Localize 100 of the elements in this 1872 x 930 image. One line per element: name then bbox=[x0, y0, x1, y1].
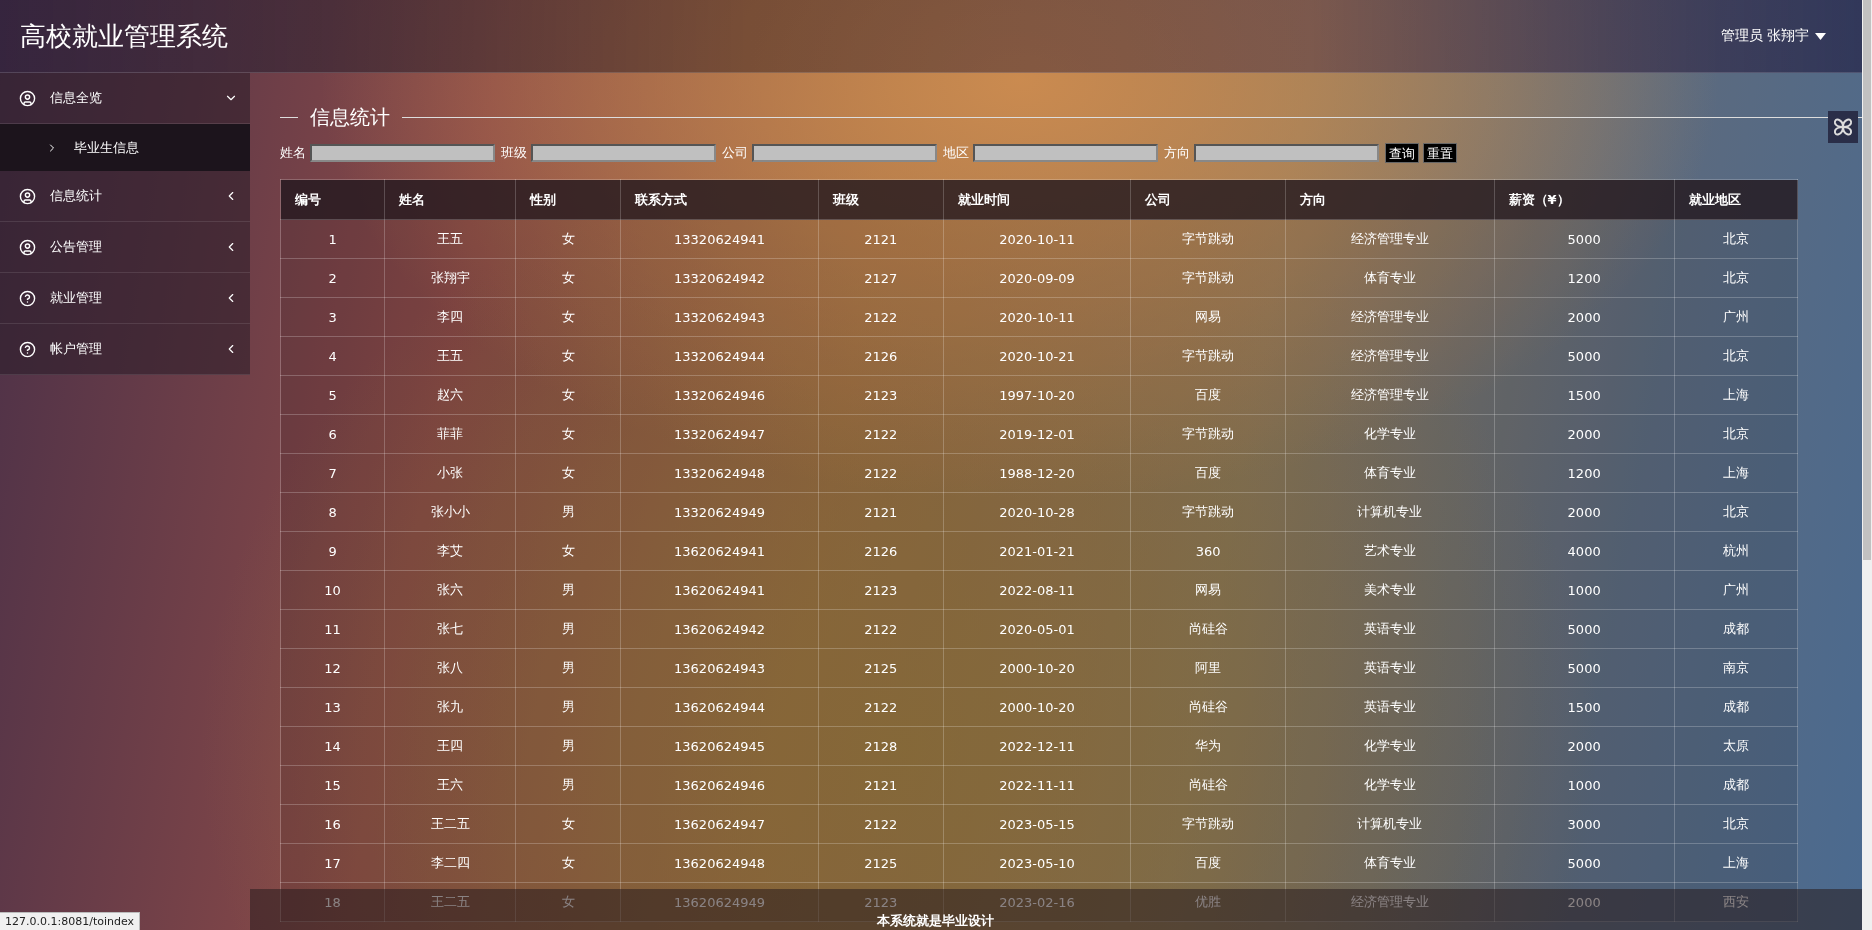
reset-button[interactable]: 重置 bbox=[1423, 143, 1457, 163]
table-cell: 北京 bbox=[1674, 219, 1798, 259]
search-button[interactable]: 查询 bbox=[1385, 143, 1419, 163]
input-field[interactable] bbox=[1194, 144, 1379, 162]
input-field[interactable] bbox=[973, 144, 1158, 162]
table-cell: 2020-10-21 bbox=[943, 336, 1131, 376]
table-cell: 赵六 bbox=[384, 375, 516, 415]
table-cell: 2000 bbox=[1494, 492, 1675, 532]
table-cell: 2127 bbox=[818, 258, 944, 298]
table-cell: 北京 bbox=[1674, 414, 1798, 454]
table-cell: 4 bbox=[280, 336, 385, 376]
table-cell: 13620624948 bbox=[620, 843, 819, 883]
table-cell: 王二五 bbox=[384, 804, 516, 844]
status-url: 127.0.0.1:8081/toindex bbox=[0, 912, 141, 930]
table-cell: 男 bbox=[515, 648, 621, 688]
table-cell: 9 bbox=[280, 531, 385, 571]
filter-label: 班级 bbox=[501, 144, 527, 162]
table-cell: 王五 bbox=[384, 336, 516, 376]
table-cell: 2000 bbox=[1494, 726, 1675, 766]
table-cell: 王二五 bbox=[384, 882, 516, 922]
column-header: 编号 bbox=[280, 179, 385, 220]
submenu-item[interactable]: 毕业生信息 bbox=[0, 124, 250, 171]
table-cell: 10 bbox=[280, 570, 385, 610]
table-cell: 13320624943 bbox=[620, 297, 819, 337]
table-cell: 5000 bbox=[1494, 219, 1675, 259]
table-cell: 2019-12-01 bbox=[943, 414, 1131, 454]
table-cell: 杭州 bbox=[1674, 531, 1798, 571]
table-cell: 2022-12-11 bbox=[943, 726, 1131, 766]
table-cell: 女 bbox=[515, 375, 621, 415]
table-cell: 南京 bbox=[1674, 648, 1798, 688]
table-cell: 1200 bbox=[1494, 453, 1675, 493]
table-cell: 英语专业 bbox=[1285, 648, 1495, 688]
table-cell: 13620624946 bbox=[620, 765, 819, 805]
table-cell: 14 bbox=[280, 726, 385, 766]
table-cell: 经济管理专业 bbox=[1285, 297, 1495, 337]
table-cell: 北京 bbox=[1674, 804, 1798, 844]
table-cell: 男 bbox=[515, 687, 621, 727]
table-cell: 2122 bbox=[818, 804, 944, 844]
clover-button[interactable] bbox=[1828, 111, 1858, 143]
scrollbar[interactable] bbox=[1862, 0, 1872, 930]
input-field[interactable] bbox=[531, 144, 716, 162]
table-cell: 5000 bbox=[1494, 843, 1675, 883]
input-field[interactable] bbox=[310, 144, 495, 162]
table-cell: 英语专业 bbox=[1285, 687, 1495, 727]
table-cell: 男 bbox=[515, 726, 621, 766]
user-circle-icon bbox=[19, 89, 36, 107]
table-cell: 13320624941 bbox=[620, 219, 819, 259]
table-cell: 12 bbox=[280, 648, 385, 688]
table-cell: 张七 bbox=[384, 609, 516, 649]
table-cell: 化学专业 bbox=[1285, 726, 1495, 766]
sidebar-item[interactable]: 信息统计 bbox=[0, 171, 250, 222]
table-cell: 艺术专业 bbox=[1285, 531, 1495, 571]
table-cell: 成都 bbox=[1674, 609, 1798, 649]
table-cell: 女 bbox=[515, 843, 621, 883]
table-cell: 计算机专业 bbox=[1285, 804, 1495, 844]
table-cell: 阿里 bbox=[1130, 648, 1286, 688]
user-menu[interactable]: 管理员 张翔宇 bbox=[1720, 27, 1826, 45]
table-cell: 2128 bbox=[818, 726, 944, 766]
table-cell: 美术专业 bbox=[1285, 570, 1495, 610]
sidebar-item[interactable]: 帐户管理 bbox=[0, 324, 250, 375]
sidebar-item[interactable]: 公告管理 bbox=[0, 222, 250, 273]
table-cell: 太原 bbox=[1674, 726, 1798, 766]
table-cell: 13620624945 bbox=[620, 726, 819, 766]
table-cell: 男 bbox=[515, 492, 621, 532]
input-field[interactable] bbox=[752, 144, 937, 162]
table-cell: 2122 bbox=[818, 414, 944, 454]
table-cell: 13620624942 bbox=[620, 609, 819, 649]
table-cell: 13620624941 bbox=[620, 531, 819, 571]
table-cell: 男 bbox=[515, 765, 621, 805]
table-cell: 2000-10-20 bbox=[943, 687, 1131, 727]
table-cell: 北京 bbox=[1674, 336, 1798, 376]
table-cell: 2020-05-01 bbox=[943, 609, 1131, 649]
table-cell: 2125 bbox=[818, 648, 944, 688]
table-cell: 小张 bbox=[384, 453, 516, 493]
table-cell: 菲菲 bbox=[384, 414, 516, 454]
table-cell: 1500 bbox=[1494, 375, 1675, 415]
table-cell: 13620624944 bbox=[620, 687, 819, 727]
table-cell: 13320624947 bbox=[620, 414, 819, 454]
table-cell: 2126 bbox=[818, 531, 944, 571]
table-cell: 2023-05-15 bbox=[943, 804, 1131, 844]
table-cell: 13320624944 bbox=[620, 336, 819, 376]
table-cell: 女 bbox=[515, 453, 621, 493]
table-cell: 女 bbox=[515, 414, 621, 454]
filter-label: 地区 bbox=[943, 144, 969, 162]
table-cell: 17 bbox=[280, 843, 385, 883]
table-cell: 北京 bbox=[1674, 492, 1798, 532]
help-icon bbox=[19, 340, 36, 358]
sidebar-item[interactable]: 就业管理 bbox=[0, 273, 250, 324]
table-cell: 英语专业 bbox=[1285, 609, 1495, 649]
table-cell: 1000 bbox=[1494, 765, 1675, 805]
table-cell: 体育专业 bbox=[1285, 843, 1495, 883]
table-cell: 华为 bbox=[1130, 726, 1286, 766]
table-cell: 1997-10-20 bbox=[943, 375, 1131, 415]
table-cell: 2000 bbox=[1494, 414, 1675, 454]
table-cell: 4000 bbox=[1494, 531, 1675, 571]
filter-label: 方向 bbox=[1164, 144, 1190, 162]
section-title: 信息统计 bbox=[310, 103, 390, 131]
caret-icon bbox=[1815, 32, 1826, 40]
table-cell: 王六 bbox=[384, 765, 516, 805]
sidebar-item[interactable]: 信息全览 bbox=[0, 73, 250, 124]
